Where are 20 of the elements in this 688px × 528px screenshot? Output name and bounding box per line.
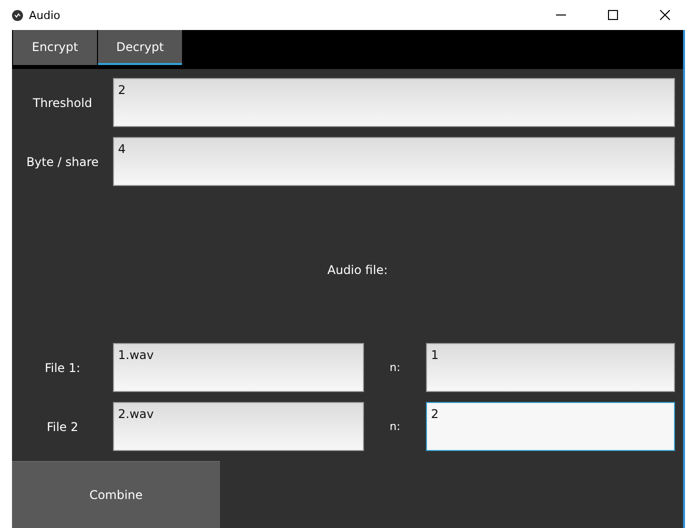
tab[interactable]: Encrypt bbox=[13, 30, 97, 65]
input-field[interactable]: 4 bbox=[113, 137, 675, 186]
input-field[interactable]: 1 bbox=[426, 343, 675, 392]
section-label: Audio file: bbox=[326, 262, 388, 276]
maximize-icon[interactable] bbox=[608, 10, 618, 20]
input-field[interactable]: 2 bbox=[113, 78, 675, 127]
app-logo-icon bbox=[12, 10, 23, 20]
tab[interactable]: Decrypt bbox=[98, 30, 182, 65]
close-icon[interactable] bbox=[660, 10, 670, 20]
field-label: Threshold bbox=[32, 96, 94, 110]
combine-button[interactable]: Combine bbox=[12, 461, 220, 528]
field-label: n: bbox=[388, 361, 402, 374]
field-label: File 2 bbox=[46, 420, 80, 434]
field-label: Byte / share bbox=[25, 154, 100, 168]
field-label: n: bbox=[388, 420, 402, 433]
input-field[interactable]: 2.wav bbox=[113, 402, 364, 451]
input-field[interactable]: 2 bbox=[426, 402, 675, 451]
field-label: File 1: bbox=[44, 360, 82, 374]
window-title: Audio bbox=[29, 8, 62, 22]
input-field[interactable]: 1.wav bbox=[113, 343, 364, 392]
